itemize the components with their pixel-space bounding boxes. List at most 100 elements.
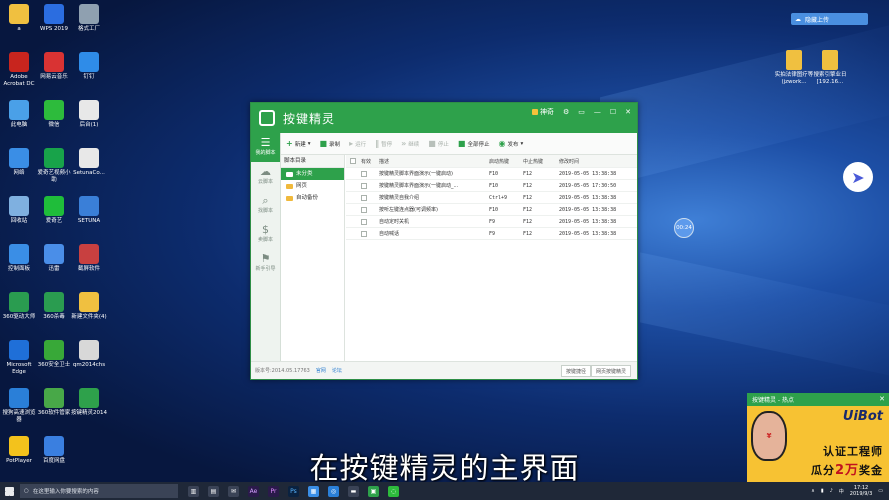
desktop-icon[interactable]: 按键精灵2014 [71,388,107,417]
baidu-upload-button[interactable]: ☁ 隐藏上传 [791,13,868,25]
sidebar-item-find-scripts[interactable]: ⌕ 找脚本 [251,191,280,220]
notification-icon[interactable]: ▭ [878,488,883,494]
task-view-icon[interactable]: ▥ [188,485,199,497]
network-icon[interactable]: ▮ [821,488,824,494]
browser-icon[interactable]: ◎ [328,485,339,497]
desktop-icon[interactable]: 格式工厂 [71,4,107,33]
publish-button[interactable]: ◉ 发布 ▾ [498,139,523,148]
wechat-taskbar-icon[interactable]: ◌ [388,485,399,497]
column-header[interactable]: 有效 [355,158,379,165]
desktop-icon[interactable]: 此电脑 [1,100,37,129]
row-checkbox[interactable] [361,230,367,237]
sidebar-item-sell-scripts[interactable]: $ 卖脚本 [251,220,280,249]
desktop-icon[interactable]: 控制面板 [1,244,37,273]
anjian-taskbar-icon[interactable]: ▣ [368,485,379,497]
record-button[interactable]: ■ 录制 [319,139,340,148]
photoshop-icon[interactable]: Ps [288,485,299,497]
desktop-icon[interactable]: 360软件管家 [36,388,72,417]
desktop-icon[interactable]: 回收站 [1,196,37,225]
desktop-icon[interactable]: 搜狗高速浏览器 [1,388,37,424]
web-anjian-button[interactable]: 网页按键精灵 [591,365,632,377]
desktop-icon-right-2[interactable]: 搜索引擎业日 [192.16... [804,50,856,86]
clock[interactable]: 17:12 2019/9/3 [850,485,872,497]
app-icon [9,148,29,168]
tree-item-uncategorized[interactable]: 未分类 [281,168,344,180]
recording-timer[interactable]: 00:24 [674,218,694,238]
desktop-icon[interactable]: qm2014chs [71,340,107,369]
volume-icon[interactable]: ♪ [830,488,833,494]
desktop-icon[interactable]: WPS 2019 [36,4,72,33]
aftereffects-icon[interactable]: Ae [248,485,259,497]
row-checkbox[interactable] [361,182,367,189]
desktop-icon[interactable]: a [1,4,37,33]
taskbar-search[interactable]: ○ 在这里输入你要搜索的内容 [20,484,178,498]
table-row[interactable]: 自动定时关机 F9 F12 2019-05-05 13:38:38 [346,216,637,228]
minimize-icon[interactable]: — [594,108,601,116]
app-icon [9,244,29,264]
desktop-icon[interactable]: 截屏软件 [71,244,107,273]
desktop-icon[interactable]: SetunaCo... [71,148,107,177]
title-bar[interactable]: 按键精灵 神奇 ⚙ ▭ — ☐ ✕ [251,103,637,133]
bird-app-icon[interactable]: ➤ [843,162,873,192]
pause-button[interactable]: ‖ 暂停 [375,139,392,148]
close-icon[interactable]: ✕ [879,395,885,403]
tree-item-web[interactable]: 网页 [281,180,344,192]
column-header[interactable]: 描述 [379,158,489,165]
desktop-icon[interactable]: SETUNA [71,196,107,225]
explorer-icon[interactable]: ▬ [348,485,359,497]
desktop-icon[interactable]: 微信 [36,100,72,129]
user-name: 神奇 [539,108,554,116]
row-checkbox[interactable] [361,218,367,225]
desktop-icon[interactable]: Adobe Acrobat DC [1,52,37,88]
desktop-icon[interactable]: 网络 [1,148,37,177]
mail-icon[interactable]: ✉ [228,485,239,497]
table-row[interactable]: 按听左键连点器(可调频率) F10 F12 2019-05-05 13:38:38 [346,204,637,216]
new-button[interactable]: + 新建 ▾ [286,139,310,148]
row-checkbox[interactable] [361,170,367,177]
run-button[interactable]: ▸ 运行 [349,139,366,148]
column-header[interactable]: 修改时间 [559,158,637,165]
forum-link[interactable]: 论坛 [332,367,342,374]
desktop-icon[interactable]: 网易云音乐 [36,52,72,81]
continue-button[interactable]: » 继续 [401,139,419,148]
table-row[interactable]: 按键精灵脚本界面演示(一键启动_... F10 F12 2019-05-05 17:3… [346,180,637,192]
input-language[interactable]: 中 [839,488,844,495]
row-checkbox[interactable] [361,194,367,201]
user-badge[interactable]: 神奇 [531,107,554,117]
files-icon[interactable]: ▦ [308,485,319,497]
sidebar-item-cloud-scripts[interactable]: ☁ 云脚本 [251,162,280,191]
start-button[interactable] [0,486,18,496]
desktop-icon[interactable]: 360驱动大师 [1,292,37,321]
settings-icon[interactable]: ⚙ [563,108,569,116]
column-header[interactable]: 中止热键 [523,158,559,165]
sidebar-item-guide[interactable]: ⚑ 新手引导 [251,249,280,278]
stop-button[interactable]: ■ 停止 [428,139,449,148]
official-site-link[interactable]: 官网 [316,367,326,374]
tree-item-auto-backup[interactable]: 自动备份 [281,192,344,204]
store-icon[interactable]: ▤ [208,485,219,497]
desktop-icon[interactable]: 钉钉 [71,52,107,81]
table-row[interactable]: 按键精灵脚本界面演示(一键启动) F10 F12 2019-05-05 13:38:3… [346,168,637,180]
row-checkbox[interactable] [361,206,367,213]
stop-all-button[interactable]: ■ 全部停止 [458,139,490,148]
premiere-icon[interactable]: Pr [268,485,279,497]
table-row[interactable]: 自动喊话 F9 F12 2019-05-05 13:38:38 [346,228,637,240]
desktop-icon[interactable]: 后台(1) [71,100,107,129]
sidebar-item-my-scripts[interactable]: ☰ 我的脚本 [251,133,280,162]
table-row[interactable]: 按键精灵自我介绍 Ctrl+9 F12 2019-05-05 13:38:38 [346,192,637,204]
column-header[interactable]: 启动热键 [489,158,523,165]
desktop-icon[interactable]: Microsoft Edge [1,340,37,376]
desktop-icon[interactable]: 新建文件夹(4) [71,292,107,321]
publish-icon: ◉ [498,139,506,148]
ad-popup[interactable]: 按键精灵 - 热点 ✕ ¥ UiBot 认证工程师 瓜分2万奖金 [747,393,889,486]
desktop-icon[interactable]: 360杀毒 [36,292,72,321]
menu-icon[interactable]: ▭ [578,108,585,116]
desktop-icon[interactable]: 爱奇艺 [36,196,72,225]
desktop-icon[interactable]: 360安全卫士 [36,340,72,369]
desktop-icon[interactable]: 爱奇艺视频小助 [36,148,72,184]
desktop-icon[interactable]: 迅雷 [36,244,72,273]
close-icon[interactable]: ✕ [625,108,631,116]
maximize-icon[interactable]: ☐ [610,108,616,116]
tray-up-icon[interactable]: ∧ [811,488,815,494]
shortcut-button[interactable]: 按键捷径 [561,365,592,377]
